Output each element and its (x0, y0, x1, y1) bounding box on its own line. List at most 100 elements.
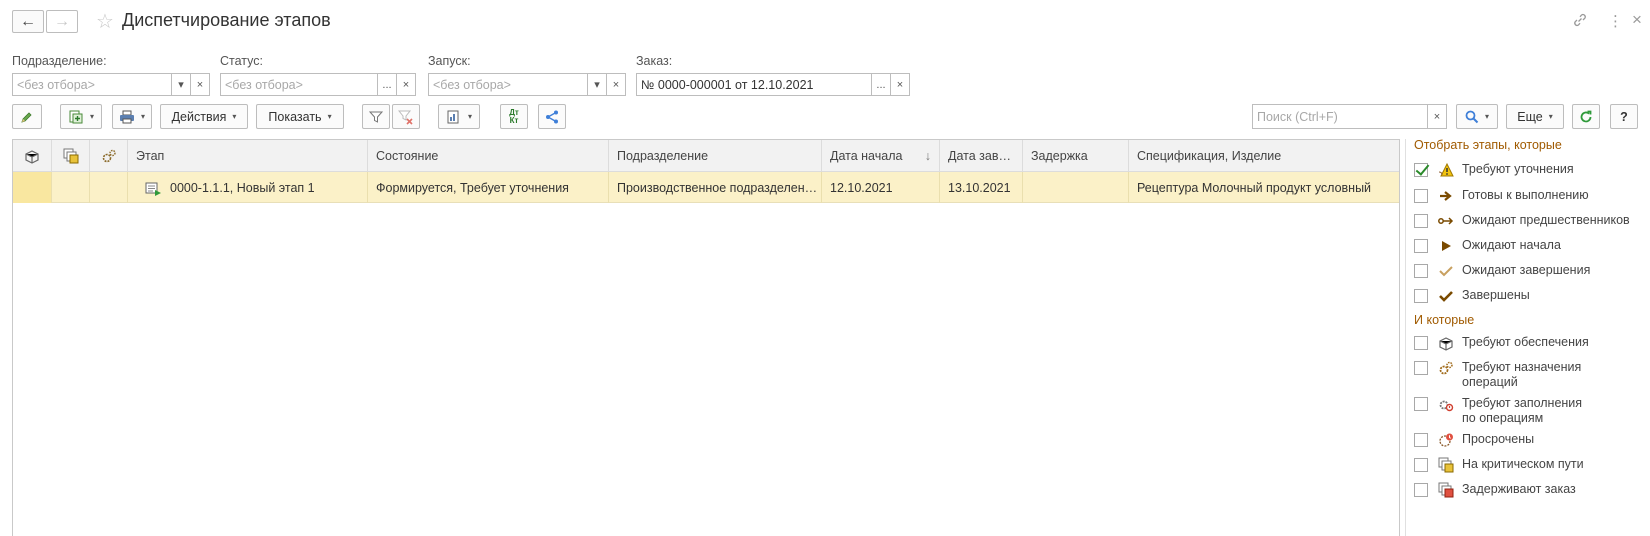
checkbox[interactable] (1414, 289, 1428, 303)
department-clear-button[interactable]: × (190, 73, 210, 96)
filter-awaiting-predecessors[interactable]: Ожидают предшественников (1414, 213, 1630, 229)
row-state-cell: Формируется, Требует уточнения (368, 172, 609, 203)
more-icon[interactable]: ⋮ (1608, 12, 1623, 30)
panel-heading-select: Отобрать этапы, которые (1414, 138, 1562, 152)
arrow-right-icon (1438, 188, 1454, 204)
department-dropdown-button[interactable]: ▾ (171, 73, 191, 96)
search-icon (1465, 110, 1479, 123)
filter-button[interactable] (362, 104, 390, 129)
print-button[interactable]: ▾ (112, 104, 152, 129)
refresh-button[interactable] (1572, 104, 1600, 129)
filter-label: Готовы к выполнению (1462, 188, 1589, 202)
column-end-date[interactable]: Дата зав… (940, 140, 1023, 172)
column-spec[interactable]: Спецификация, Изделие (1129, 140, 1399, 172)
checkbox[interactable] (1414, 264, 1428, 278)
critical-path-icon (1438, 457, 1454, 473)
filter-requires-operation-assignment[interactable]: Требуют назначения операций (1414, 360, 1581, 390)
accounting-entries-button[interactable]: Дт Кт (500, 104, 528, 129)
link-icon[interactable] (1572, 12, 1588, 32)
filter-on-critical-path[interactable]: На критическом пути (1414, 457, 1584, 473)
checkbox[interactable] (1414, 239, 1428, 253)
chevron-down-icon: ▾ (89, 112, 94, 121)
chevron-down-icon: ▾ (467, 112, 472, 121)
filter-label: Требуют заполнения по операциям (1462, 396, 1583, 425)
column-department[interactable]: Подразделение (609, 140, 822, 172)
show-button[interactable]: Показать ▾ (256, 104, 344, 129)
search-options-button[interactable]: ▾ (1456, 104, 1498, 129)
check-icon (1438, 288, 1454, 304)
favorite-star-icon[interactable]: ☆ (96, 9, 114, 34)
more-button[interactable]: Еще ▾ (1506, 104, 1564, 129)
row-critical-cell (52, 172, 90, 203)
close-icon[interactable]: × (1632, 10, 1642, 30)
status-clear-button[interactable]: × (396, 73, 416, 96)
filter-requires-supply[interactable]: Требуют обеспечения (1414, 335, 1589, 351)
column-operations[interactable] (90, 140, 128, 172)
status-select-button[interactable]: ... (377, 73, 397, 96)
column-etap[interactable]: Этап (128, 140, 368, 172)
order-filter-input[interactable]: № 0000-000001 от 12.10.2021 (636, 73, 872, 96)
forward-button[interactable]: → (46, 10, 78, 33)
filter-label: Задерживают заказ (1462, 482, 1576, 496)
filter-label: Требуют назначения операций (1462, 360, 1582, 389)
actions-button[interactable]: Действия ▾ (160, 104, 248, 129)
create-based-on-button[interactable]: ▾ (60, 104, 102, 129)
column-supply[interactable] (13, 140, 52, 172)
reports-button[interactable]: ▾ (438, 104, 480, 129)
filter-completed[interactable]: Завершены (1414, 288, 1530, 304)
help-button[interactable]: ? (1610, 104, 1638, 129)
chevron-down-icon: ▾ (140, 112, 145, 121)
order-clear-button[interactable]: × (890, 73, 910, 96)
checkbox[interactable] (1414, 189, 1428, 203)
row-department-cell: Производственное подразделен… (609, 172, 822, 203)
column-state[interactable]: Состояние (368, 140, 609, 172)
checkbox[interactable] (1414, 433, 1428, 447)
structure-button[interactable] (538, 104, 566, 129)
department-filter-input[interactable]: <без отбора> (12, 73, 172, 96)
show-label: Показать (268, 109, 322, 124)
row-operations-cell (90, 172, 128, 203)
column-critical-path[interactable] (52, 140, 90, 172)
table-header: Этап Состояние Подразделение Дата начала… (13, 140, 1399, 172)
launch-filter-input[interactable]: <без отбора> (428, 73, 588, 96)
checkbox[interactable] (1414, 163, 1428, 177)
launch-dropdown-button[interactable]: ▾ (587, 73, 607, 96)
checkbox[interactable] (1414, 483, 1428, 497)
search-clear-button[interactable]: × (1427, 104, 1447, 129)
filter-delay-order[interactable]: Задерживают заказ (1414, 482, 1576, 498)
filter-label: Ожидают начала (1462, 238, 1561, 252)
checkbox[interactable] (1414, 397, 1428, 411)
overdue-icon (1438, 432, 1454, 448)
chevron-down-icon: ▾ (1548, 112, 1553, 121)
filter-requires-clarification[interactable]: Требуют уточнения (1414, 162, 1574, 178)
filter-awaiting-completion[interactable]: Ожидают завершения (1414, 263, 1590, 279)
column-start-date[interactable]: Дата начала ↓ (822, 140, 940, 172)
edit-button[interactable] (12, 104, 42, 129)
pencil-icon (21, 111, 32, 123)
filter-awaiting-start[interactable]: Ожидают начала (1414, 238, 1561, 254)
stage-filter-panel: Отобрать этапы, которые Требуют уточнени… (1405, 138, 1650, 536)
filter-requires-operation-filling[interactable]: Требуют заполнения по операциям (1414, 396, 1582, 426)
checkbox[interactable] (1414, 336, 1428, 350)
filter-ready-to-execute[interactable]: Готовы к выполнению (1414, 188, 1589, 204)
funnel-clear-icon (398, 110, 413, 125)
supply-icon (1438, 335, 1454, 351)
checkbox[interactable] (1414, 214, 1428, 228)
launch-clear-button[interactable]: × (606, 73, 626, 96)
stages-table[interactable]: Этап Состояние Подразделение Дата начала… (12, 139, 1400, 536)
gears-icon (102, 149, 116, 163)
printer-icon (119, 110, 134, 123)
status-filter-input[interactable]: <без отбора> (220, 73, 378, 96)
checkbox[interactable] (1414, 458, 1428, 472)
filter-overdue[interactable]: Просрочены (1414, 432, 1534, 448)
search-input[interactable]: Поиск (Ctrl+F) (1252, 104, 1428, 129)
checkbox[interactable] (1414, 361, 1428, 375)
column-delay[interactable]: Задержка (1023, 140, 1129, 172)
table-row[interactable]: 0000-1.1.1, Новый этап 1 Формируется, Тр… (13, 172, 1399, 203)
clear-filter-button[interactable] (392, 104, 420, 129)
dt-kt-icon: Дт Кт (509, 107, 519, 125)
order-select-button[interactable]: ... (871, 73, 891, 96)
back-button[interactable]: ← (12, 10, 44, 33)
filter-label: Завершены (1462, 288, 1530, 302)
filter-label: Ожидают завершения (1462, 263, 1591, 277)
